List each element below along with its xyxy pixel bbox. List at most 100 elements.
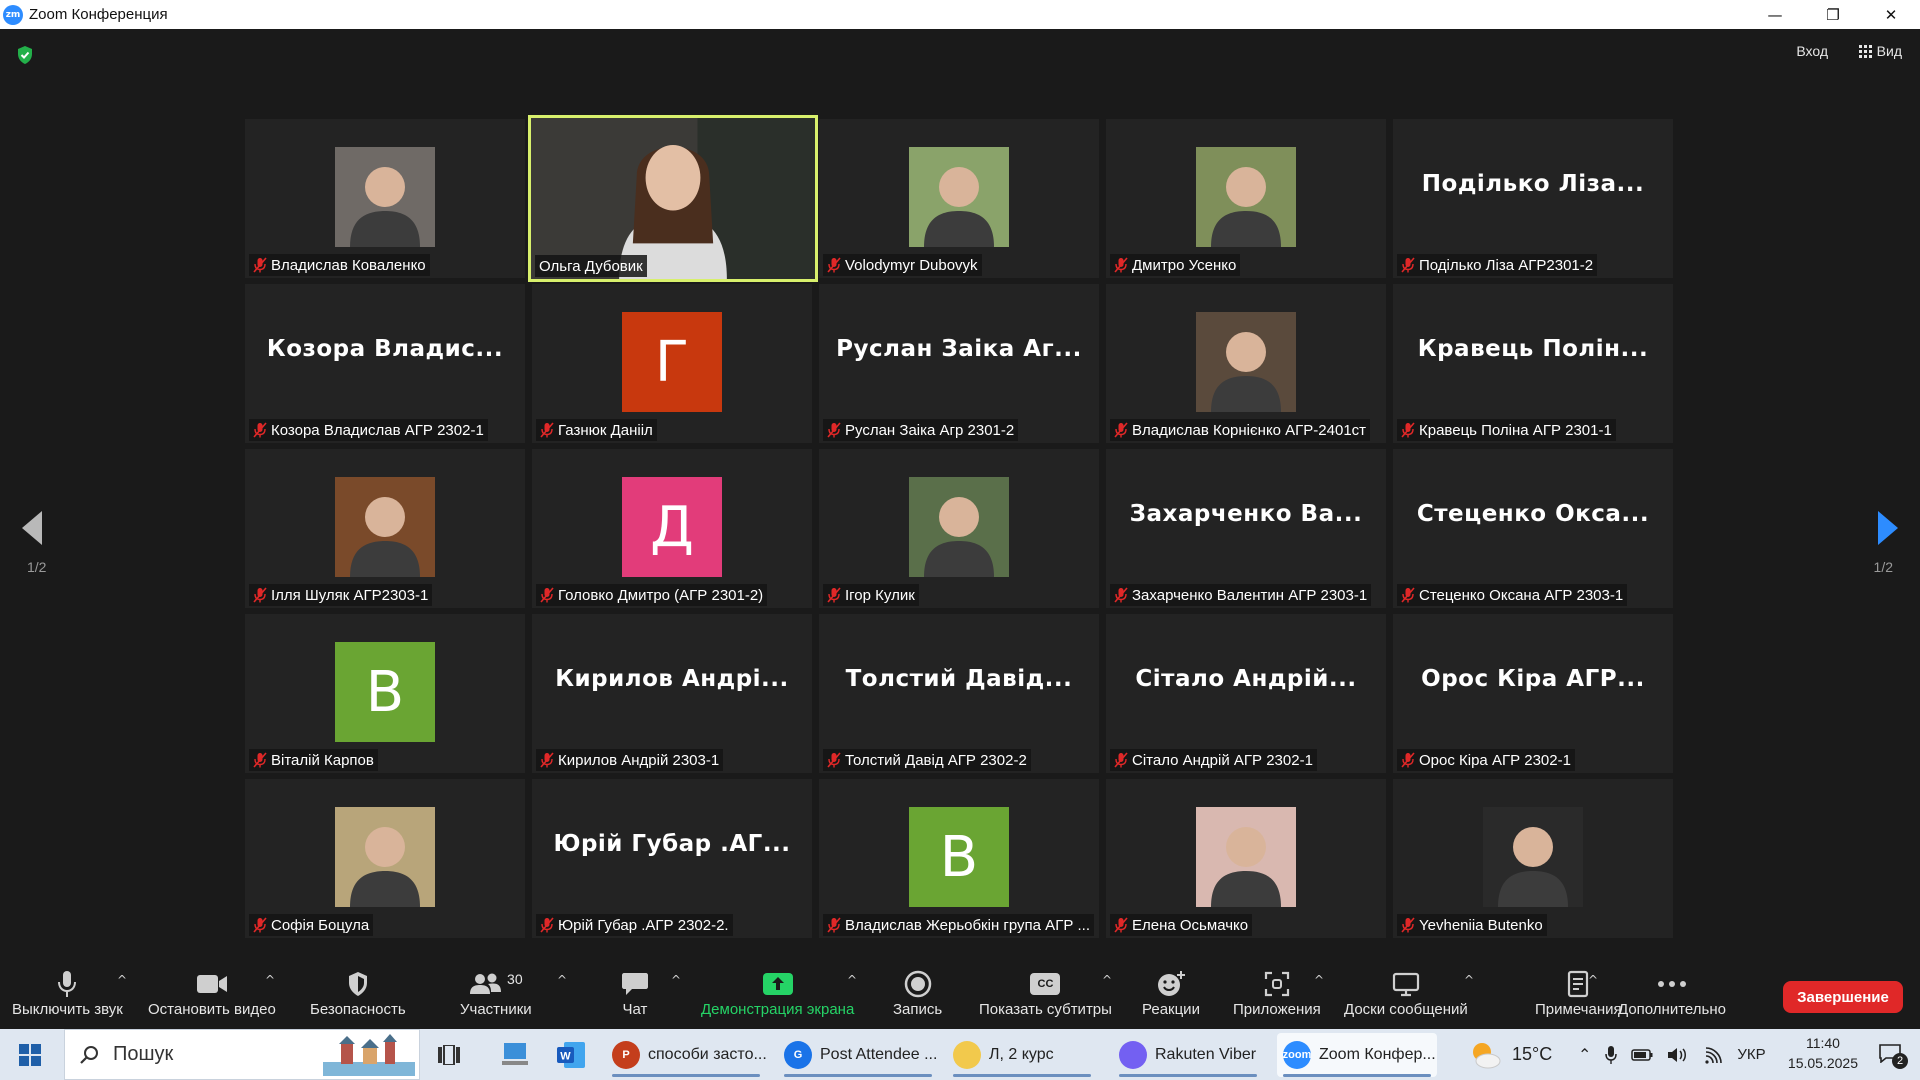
share-options-caret[interactable]: ^	[847, 973, 857, 987]
shield-check-icon[interactable]	[16, 45, 34, 65]
apps-options-caret[interactable]: ^	[1314, 973, 1324, 987]
participant-tile[interactable]: Софiя Боцула	[245, 779, 525, 938]
notifications-button[interactable]: 2	[1878, 1043, 1908, 1069]
share-screen-button[interactable]: Демонстрация экрана	[701, 967, 854, 1018]
participant-name: Толстий Давiд АГР 2302-2	[845, 751, 1027, 769]
input-language[interactable]: УКР	[1737, 1046, 1765, 1063]
more-button[interactable]: Дополнительно	[1618, 967, 1726, 1018]
participant-tile[interactable]: Кирилов Андрi... Кирилов Андрiй 2303-1	[532, 614, 812, 773]
close-button[interactable]: ✕	[1862, 0, 1920, 29]
participant-tile[interactable]: Стеценко Окса... Стеценко Оксана АГР 2303…	[1393, 449, 1673, 608]
taskbar-clock[interactable]: 11:40 15.05.2025	[1788, 1033, 1858, 1073]
security-button[interactable]: Безопасность	[310, 967, 406, 1018]
participant-tile[interactable]: Елена Осьмачко	[1106, 779, 1386, 938]
participant-name: Ольга Дубовик	[539, 257, 643, 275]
muted-microphone-icon	[540, 422, 554, 438]
muted-microphone-icon	[1114, 587, 1128, 603]
participant-tile[interactable]: Юрiй Губар .АГ... Юрiй Губар .АГР 2302-2.	[532, 779, 812, 938]
participant-tile[interactable]: Подiлько Лiза... Подiлько Лiза АГР2301-2	[1393, 119, 1673, 278]
page-indicator-left: 1/2	[27, 559, 47, 575]
taskbar-app-button[interactable]: Pспособи засто...	[606, 1033, 767, 1077]
taskbar-app-label: Rakuten Viber	[1155, 1046, 1257, 1063]
audio-options-caret[interactable]: ^	[117, 973, 127, 987]
end-meeting-button[interactable]: Завершение	[1783, 981, 1903, 1013]
taskbar-app-button[interactable]: G Post Attendee ...	[778, 1033, 938, 1077]
participant-tile[interactable]: Захарченко Ва... Захарченко Валентин АГР …	[1106, 449, 1386, 608]
participants-count: 30	[507, 971, 523, 987]
chat-button[interactable]: Чат	[621, 967, 649, 1018]
microphone-icon	[58, 971, 77, 997]
search-icon	[80, 1045, 98, 1064]
participant-tile[interactable]: Iгор Кулик	[819, 449, 1099, 608]
participant-photo	[909, 147, 1009, 247]
volume-icon[interactable]	[1667, 1046, 1689, 1064]
chat-options-caret[interactable]: ^	[671, 973, 681, 987]
whiteboards-options-caret[interactable]: ^	[1464, 973, 1474, 987]
participant-tile[interactable]: Кравець Полiн... Кравець Полiна АГР 2301-…	[1393, 284, 1673, 443]
taskbar-app-icon	[953, 1041, 981, 1069]
participant-tile[interactable]: Орос Кiра АГР... Орос Кiра АГР 2302-1	[1393, 614, 1673, 773]
notes-options-caret[interactable]: ^	[1588, 973, 1598, 987]
whiteboards-button[interactable]: Доски сообщений	[1344, 967, 1468, 1018]
participant-name: Орос Кiра АГР 2302-1	[1419, 751, 1571, 769]
login-button[interactable]: Вход	[1796, 43, 1828, 59]
participants-options-caret[interactable]: ^	[557, 973, 567, 987]
participant-tile[interactable]: В Владислав Жерьобкiн група АГР ...	[819, 779, 1099, 938]
notes-button[interactable]: Примечания	[1535, 967, 1622, 1018]
apps-button[interactable]: Приложения	[1233, 967, 1321, 1018]
show-captions-button[interactable]: CC Показать субтитры	[979, 967, 1112, 1018]
participant-name: Владислав Корнiєнко АГР-2401ст	[1132, 421, 1367, 439]
task-view-icon[interactable]	[438, 1045, 460, 1065]
participant-name: Стеценко Оксана АГР 2303-1	[1419, 586, 1624, 604]
participant-tile[interactable]: Г Газнюк Данiiл	[532, 284, 812, 443]
participant-tile[interactable]: Владислав Коваленко	[245, 119, 525, 278]
restore-button[interactable]: ❐	[1804, 0, 1862, 29]
participant-tile[interactable]: Volodymyr Dubovyk	[819, 119, 1099, 278]
participants-button[interactable]: 30 Участники	[460, 967, 532, 1018]
participant-tile[interactable]: Руслан Заiка Аг... Руслан Заiка Агр 2301-…	[819, 284, 1099, 443]
participant-tile[interactable]: Yevheniia Butenko	[1393, 779, 1673, 938]
participant-name: Кравець Полiна АГР 2301-1	[1419, 421, 1612, 439]
microsoft-word-icon[interactable]: W	[556, 1041, 586, 1069]
participant-tile[interactable]: Дмитро Усенко	[1106, 119, 1386, 278]
reactions-button[interactable]: Реакции	[1142, 967, 1200, 1018]
minimize-button[interactable]: —	[1746, 0, 1804, 29]
captions-options-caret[interactable]: ^	[1102, 973, 1112, 987]
view-button[interactable]: Вид	[1858, 43, 1902, 59]
participant-tile[interactable]: Д Головко Дмитро (АГР 2301-2)	[532, 449, 812, 608]
participant-name-label: Кравець Полiна АГР 2301-1	[1397, 419, 1616, 441]
file-explorer-pc-icon[interactable]	[500, 1041, 530, 1069]
taskbar-app-button[interactable]: Л, 2 курс	[947, 1033, 1097, 1077]
participant-name: Владислав Жерьобкiн група АГР ...	[845, 916, 1090, 934]
participant-name: Iлля Шуляк АГР2303-1	[271, 586, 429, 604]
reactions-label: Реакции	[1142, 1001, 1200, 1018]
participant-tile[interactable]: Iлля Шуляк АГР2303-1	[245, 449, 525, 608]
tray-microphone-icon[interactable]	[1605, 1045, 1618, 1065]
weather-widget[interactable]: 15°C	[1468, 1029, 1552, 1080]
battery-icon[interactable]	[1631, 1048, 1653, 1062]
record-button[interactable]: Запись	[893, 967, 942, 1018]
taskbar-app-button[interactable]: zoom Zoom Конфер...	[1277, 1033, 1437, 1077]
participant-tile[interactable]: Ольга Дубовик	[528, 115, 818, 282]
participant-tile[interactable]: Владислав Корнiєнко АГР-2401ст	[1106, 284, 1386, 443]
windows-start-icon[interactable]	[19, 1044, 41, 1066]
taskbar-app-button[interactable]: Rakuten Viber	[1113, 1033, 1263, 1077]
participant-tile[interactable]: Козора Владис... Козора Владислав АГР 230…	[245, 284, 525, 443]
video-options-caret[interactable]: ^	[265, 973, 275, 987]
participant-tile[interactable]: Толстий Давiд... Толстий Давiд АГР 2302-2	[819, 614, 1099, 773]
muted-microphone-icon	[253, 917, 267, 933]
taskbar-search-box[interactable]: Пошук	[64, 1029, 420, 1080]
previous-page-arrow-icon[interactable]	[20, 509, 44, 547]
wifi-icon[interactable]	[1703, 1046, 1723, 1064]
mute-button[interactable]: Выключить звук	[12, 967, 123, 1018]
participant-name-label: Владислав Жерьобкiн група АГР ...	[823, 914, 1094, 936]
participant-name-label: Iгор Кулик	[823, 584, 919, 606]
video-label: Остановить видео	[148, 1001, 276, 1018]
next-page-arrow-icon[interactable]	[1876, 509, 1900, 547]
whiteboard-icon	[1392, 972, 1419, 997]
tray-overflow-chevron-icon[interactable]: ⌃	[1578, 1045, 1591, 1065]
participant-name-label: Кирилов Андрiй 2303-1	[536, 749, 724, 771]
participant-tile[interactable]: В Вiталiй Карпов	[245, 614, 525, 773]
participant-tile[interactable]: Сiтало Андрiй... Сiтало Андрiй АГР 2302-1	[1106, 614, 1386, 773]
stop-video-button[interactable]: Остановить видео	[148, 967, 276, 1018]
